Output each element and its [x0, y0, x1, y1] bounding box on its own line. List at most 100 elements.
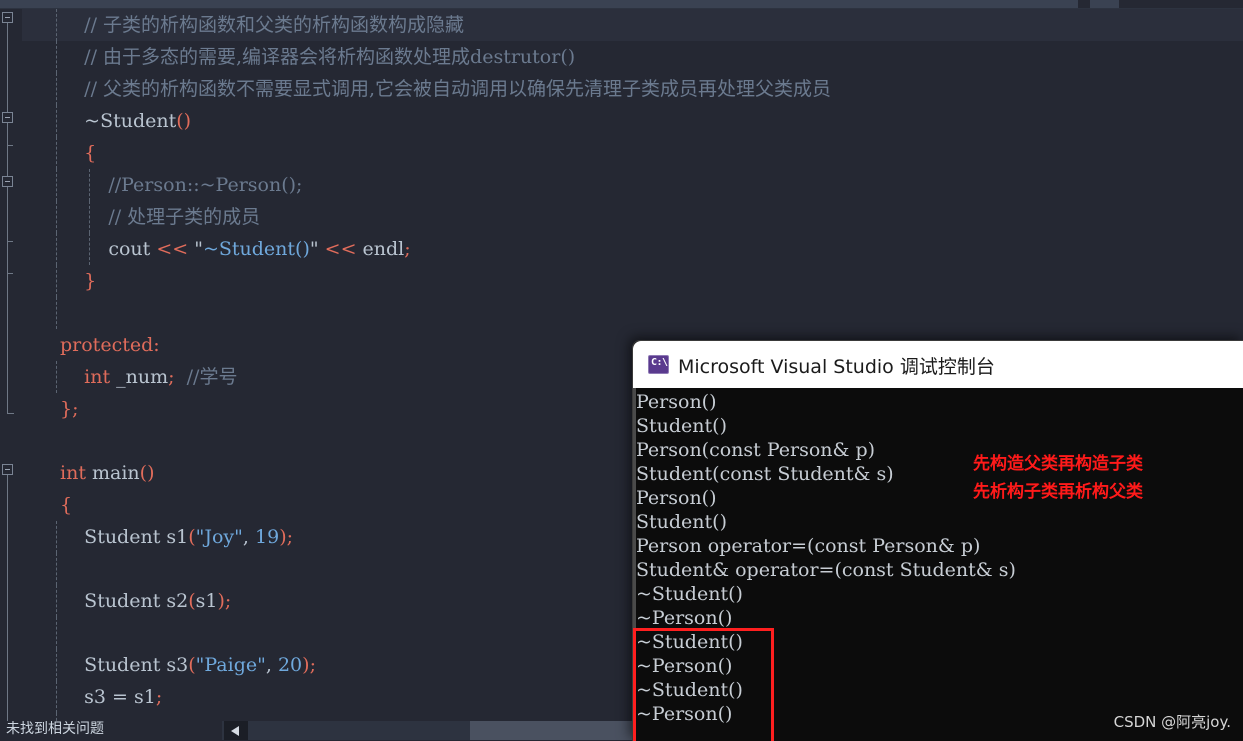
- fold-marker: [7, 273, 13, 274]
- console-window-icon: C:\: [648, 355, 669, 374]
- code-token: <<: [156, 238, 189, 260]
- code-token: _num: [110, 366, 169, 388]
- top-scroll-thumb-right[interactable]: [1090, 0, 1119, 8]
- code-token: ~Student(): [202, 238, 310, 260]
- indent-guide: [56, 73, 57, 105]
- indent-guide: [56, 585, 57, 617]
- fold-region-end: [7, 413, 14, 414]
- indent-guide: [56, 297, 57, 329]
- code-token: 19: [255, 526, 280, 548]
- code-token: // 由于多态的需要,编译器会将析构函数处理成destrutor(): [84, 46, 576, 68]
- fold-marker: [7, 145, 13, 146]
- code-line[interactable]: // 由于多态的需要,编译器会将析构函数处理成destrutor(): [22, 41, 1243, 73]
- code-line[interactable]: [22, 297, 1243, 329]
- code-token: <<: [324, 238, 357, 260]
- indent-guide: [56, 361, 57, 393]
- scroll-left-arrow-icon[interactable]: [224, 721, 248, 740]
- code-token: }: [84, 270, 97, 292]
- console-titlebar[interactable]: C:\ Microsoft Visual Studio 调试控制台: [633, 341, 1243, 388]
- fold-guide-line: [7, 475, 8, 721]
- indent-guide: [56, 521, 57, 553]
- code-token: // 处理子类的成员: [108, 206, 261, 228]
- code-token: (): [139, 462, 155, 484]
- indent-guide: [56, 201, 57, 233]
- code-token: // 子类的析构函数和父类的析构函数构成隐藏: [84, 14, 465, 36]
- code-token: :: [153, 334, 160, 356]
- code-line[interactable]: // 处理子类的成员: [22, 201, 1243, 233]
- code-token: ;: [155, 686, 163, 708]
- indent-guide: [56, 265, 57, 297]
- fold-toggle-icon[interactable]: [2, 112, 13, 123]
- code-token: 20: [277, 654, 303, 676]
- code-token: );: [217, 590, 232, 612]
- code-line[interactable]: cout << "~Student()" << endl;: [22, 233, 1243, 265]
- code-line[interactable]: // 子类的析构函数和父类的析构函数构成隐藏: [22, 9, 1243, 41]
- code-token: ;: [404, 238, 411, 260]
- code-token: protected: [60, 334, 154, 356]
- no-issues-label: 未找到相关问题: [6, 721, 104, 737]
- code-line[interactable]: }: [22, 265, 1243, 297]
- indent-guide: [56, 41, 57, 73]
- code-token: //学号: [174, 366, 238, 388]
- indent-guide: [89, 201, 90, 233]
- code-line[interactable]: ~Student(): [22, 105, 1243, 137]
- code-token: };: [60, 398, 79, 420]
- code-token: int: [84, 366, 111, 388]
- console-title-text: Microsoft Visual Studio 调试控制台: [678, 356, 995, 378]
- fold-toggle-icon[interactable]: [2, 12, 13, 23]
- code-token: );: [279, 526, 294, 548]
- fold-marker: [7, 241, 13, 242]
- code-token: (: [188, 590, 196, 612]
- console-output-area[interactable]: Person() Student() Person(const Person& …: [633, 388, 1243, 741]
- code-token: );: [302, 654, 316, 676]
- console-icon-glyph: C:\: [651, 357, 668, 368]
- code-line[interactable]: {: [22, 137, 1243, 169]
- indent-guide: [89, 233, 90, 265]
- console-output-text: Person() Student() Person(const Person& …: [636, 391, 1016, 725]
- console-annotation-text: 先构造父类再构造子类 先析构子类再析构父类: [973, 454, 1143, 502]
- debug-console-window[interactable]: C:\ Microsoft Visual Studio 调试控制台 Person…: [632, 340, 1243, 741]
- top-scroll-thumb-left[interactable]: [0, 0, 1078, 8]
- code-token: "Joy": [195, 526, 243, 548]
- indent-guide: [56, 681, 57, 713]
- fold-guide-line: [7, 313, 8, 413]
- fold-toggle-icon[interactable]: [2, 176, 13, 187]
- code-token: {: [84, 142, 97, 164]
- fold-guide-line: [7, 13, 8, 313]
- code-token: cout: [108, 238, 157, 260]
- code-token: Student s1: [84, 526, 189, 548]
- editor-fold-gutter[interactable]: [0, 9, 22, 721]
- code-token: // 父类的析构函数不需要显式调用,它会被自动调用以确保先清理子类成员再处理父类…: [84, 78, 832, 100]
- code-token: main: [85, 462, 140, 484]
- fold-toggle-icon[interactable]: [2, 464, 13, 475]
- indent-guide: [56, 553, 57, 585]
- code-token: int: [60, 462, 86, 484]
- code-token: Student s2: [84, 590, 189, 612]
- indent-guide: [56, 649, 57, 681]
- code-token: //Person::~Person();: [108, 174, 303, 196]
- code-line[interactable]: // 父类的析构函数不需要显式调用,它会被自动调用以确保先清理子类成员再处理父类…: [22, 73, 1243, 105]
- indent-guide: [56, 9, 57, 41]
- code-token: s3 = s1: [84, 686, 156, 708]
- code-line[interactable]: //Person::~Person();: [22, 169, 1243, 201]
- top-scroll-track[interactable]: [1119, 0, 1243, 8]
- indent-guide: [56, 233, 57, 265]
- indent-guide: [56, 169, 57, 201]
- code-token: s1: [195, 590, 218, 612]
- code-token: endl: [356, 238, 405, 260]
- code-token: ": [309, 238, 325, 260]
- code-token: ,: [265, 654, 278, 676]
- code-token: (: [188, 526, 196, 548]
